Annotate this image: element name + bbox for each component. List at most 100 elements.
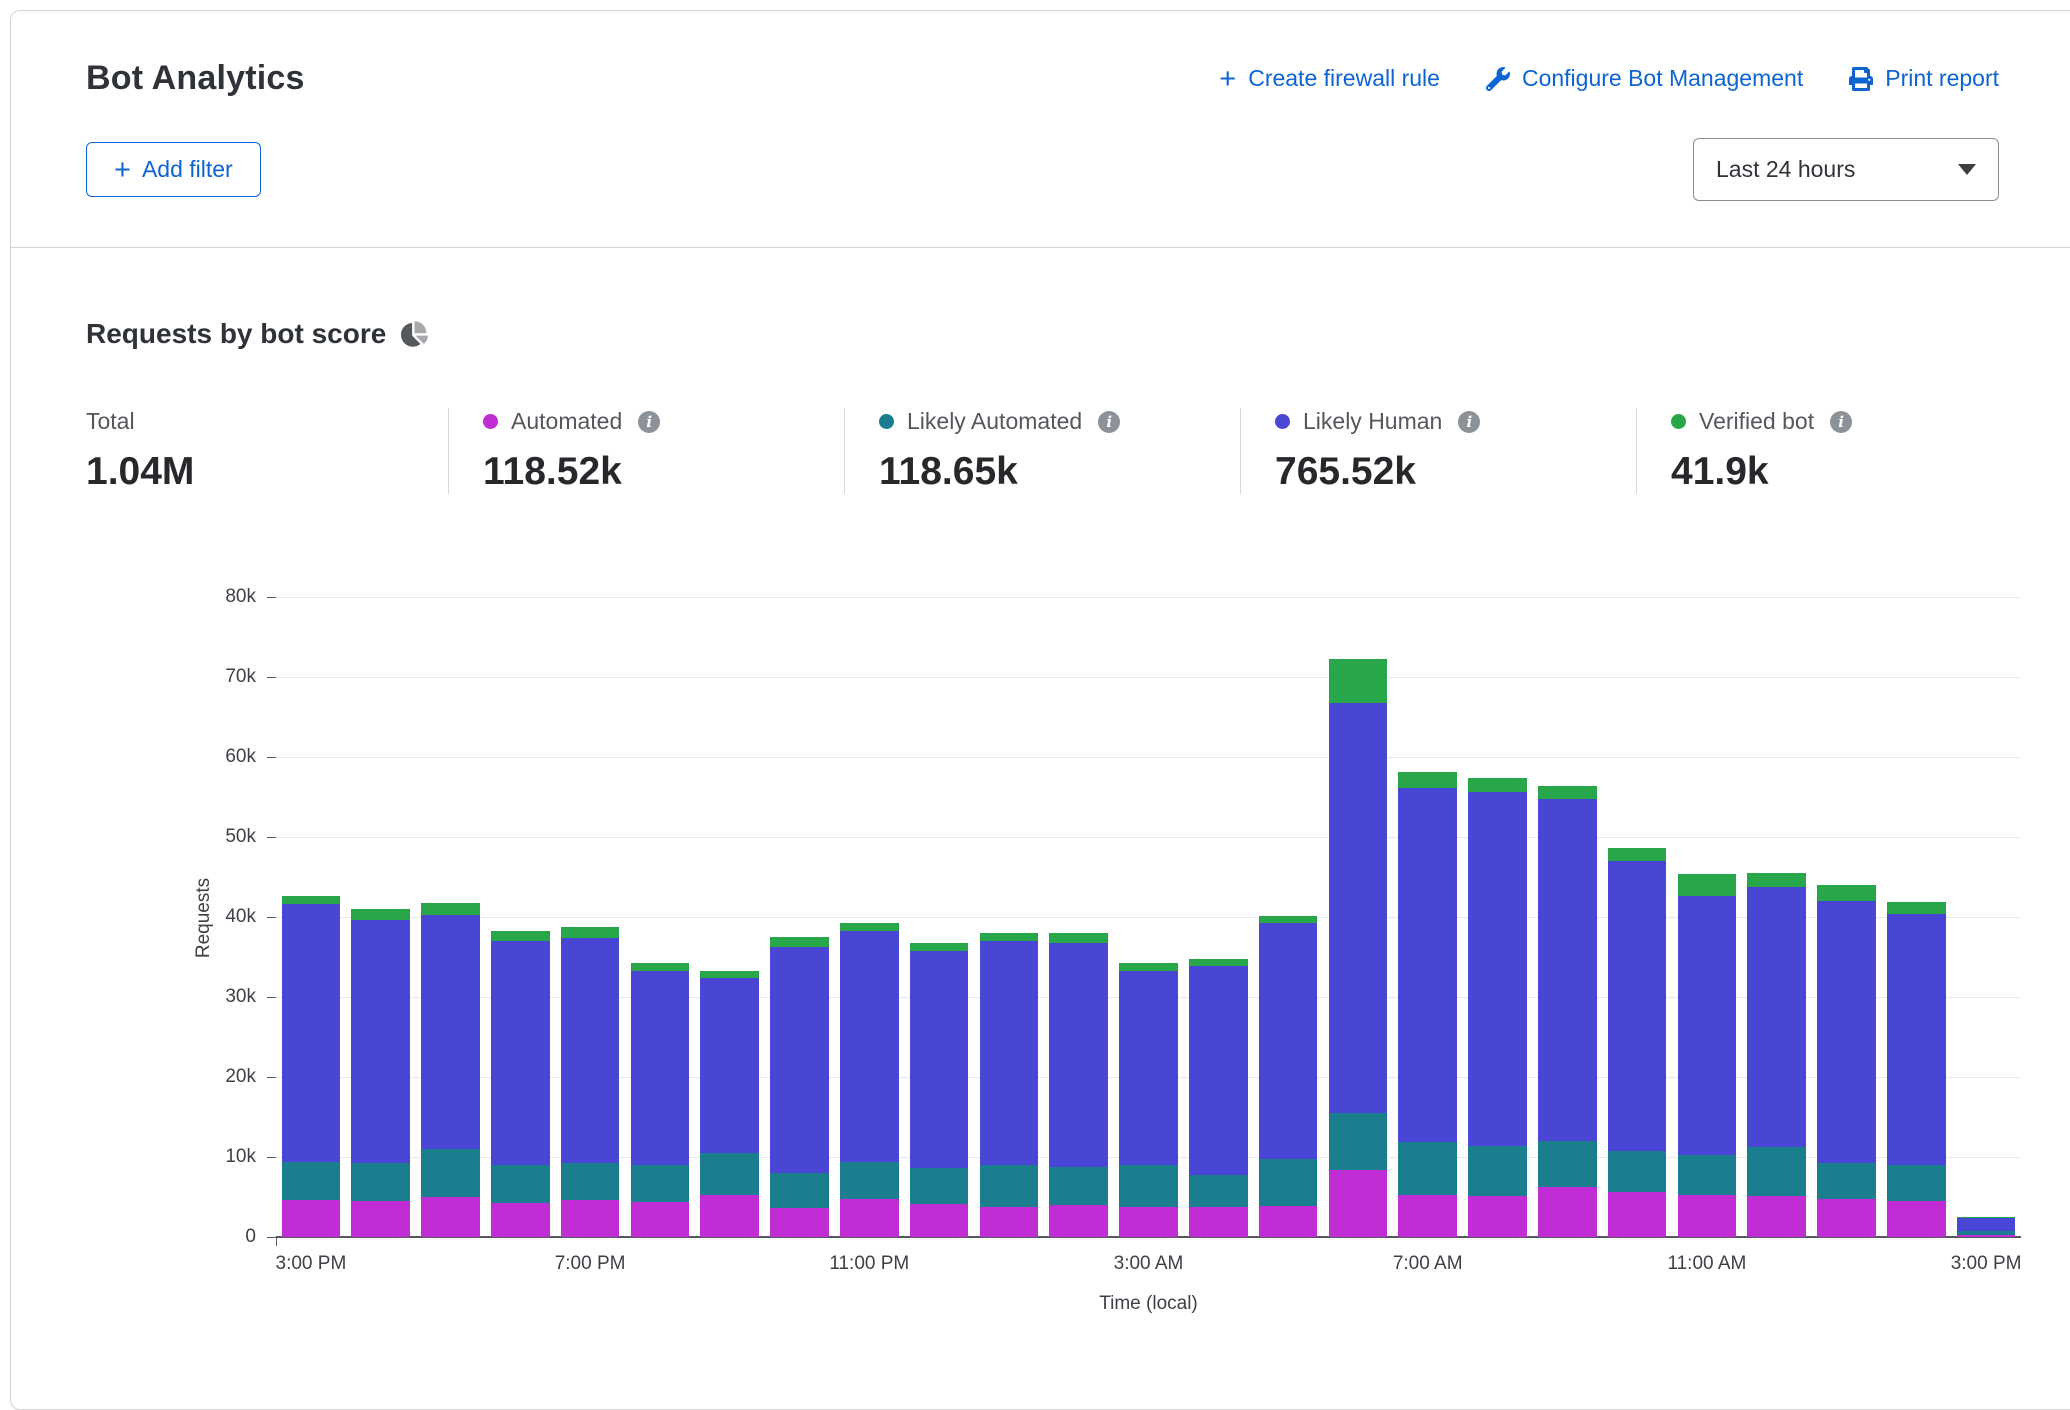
stacked-bar[interactable] [1678,874,1737,1237]
card-header: Bot Analytics + Create firewall rule Con… [11,11,2070,247]
bar-segment-likely-human [1259,923,1318,1160]
likely-automated-value: 118.65k [879,450,1240,494]
stacked-bar[interactable] [561,927,620,1237]
stacked-bar[interactable] [491,931,550,1237]
x-axis-tick-label: 3:00 PM [276,1253,347,1275]
bar-segment-automated [1189,1207,1248,1237]
y-axis-tick [267,1237,276,1238]
y-axis-tick [267,597,276,598]
stat-automated: Automated i 118.52k [448,408,844,494]
info-icon[interactable]: i [1458,411,1480,433]
bar-segment-likely-automated [351,1163,410,1201]
bar-segment-verified-bot [840,923,899,931]
section-title: Requests by bot score [86,318,386,350]
filter-row: + Add filter Last 24 hours [86,138,1999,201]
y-axis-tick-label: 80k [161,586,256,608]
bar-segment-likely-human [561,938,620,1164]
bar-segment-verified-bot [421,903,480,915]
stacked-bar[interactable] [631,963,690,1237]
bar-segment-likely-human [1049,943,1108,1168]
y-axis-tick [267,757,276,758]
y-axis-tick-label: 60k [161,746,256,768]
bar-segment-likely-automated [910,1168,969,1204]
y-axis-tick [267,917,276,918]
stacked-bar[interactable] [700,971,759,1237]
stacked-bar[interactable] [770,937,829,1237]
y-axis-tick [267,1077,276,1078]
bar-segment-likely-automated [980,1165,1039,1207]
stacked-bar[interactable] [1538,786,1597,1237]
likely-human-label: Likely Human [1303,408,1442,435]
chevron-down-icon [1958,164,1976,175]
bar-segment-automated [1747,1196,1806,1237]
stacked-bar[interactable] [1817,885,1876,1237]
print-report-link[interactable]: Print report [1849,65,1999,92]
header-actions: + Create firewall rule Configure Bot Man… [1219,65,1999,92]
stacked-bar[interactable] [1608,848,1667,1237]
stacked-bar[interactable] [910,943,969,1237]
stacked-bar[interactable] [1049,933,1108,1237]
info-icon[interactable]: i [638,411,660,433]
stacked-bar[interactable] [1468,778,1527,1237]
stacked-bar[interactable] [980,933,1039,1237]
bar-segment-verified-bot [1119,963,1178,971]
bar-segment-likely-human [840,931,899,1162]
bar-segment-automated [1817,1199,1876,1237]
likely-automated-legend-dot [879,414,894,429]
stacked-bar[interactable] [1259,916,1318,1237]
page-title: Bot Analytics [86,59,305,98]
info-icon[interactable]: i [1830,411,1852,433]
bar-segment-verified-bot [770,937,829,947]
bar-segment-automated [1957,1235,2016,1237]
bar-segment-automated [421,1197,480,1237]
y-axis-tick-label: 50k [161,826,256,848]
bar-segment-automated [1468,1196,1527,1237]
bar-segment-likely-human [1957,1218,2016,1232]
stacked-bar[interactable] [1189,959,1248,1237]
bar-segment-verified-bot [351,909,410,920]
stacked-bar[interactable] [1887,902,1946,1237]
bar-segment-verified-bot [1887,902,1946,914]
bar-segment-automated [1049,1205,1108,1237]
bar-segment-verified-bot [1817,885,1876,901]
gridline [276,597,2021,598]
x-axis-tick-label: 7:00 PM [555,1253,626,1275]
bar-segment-likely-automated [1608,1151,1667,1192]
info-icon[interactable]: i [1098,411,1120,433]
automated-value: 118.52k [483,450,844,494]
time-range-dropdown[interactable]: Last 24 hours [1693,138,1999,201]
bar-segment-verified-bot [631,963,690,971]
configure-bot-management-label: Configure Bot Management [1522,65,1803,92]
stacked-bar[interactable] [1329,659,1388,1237]
y-axis-tick-label: 10k [161,1146,256,1168]
stacked-bar[interactable] [1957,1217,2016,1237]
bar-segment-verified-bot [910,943,969,951]
stacked-bar[interactable] [1747,873,1806,1237]
add-filter-button[interactable]: + Add filter [86,142,261,197]
stacked-bar[interactable] [1398,772,1457,1237]
bar-segment-likely-automated [1119,1165,1178,1207]
likely-human-legend-dot [1275,414,1290,429]
bar-segment-likely-automated [770,1173,829,1208]
bar-segment-likely-human [1329,703,1388,1113]
gridline [276,837,2021,838]
bar-segment-likely-human [1887,914,1946,1165]
create-firewall-rule-link[interactable]: + Create firewall rule [1219,65,1440,92]
y-axis-tick-label: 40k [161,906,256,928]
print-report-label: Print report [1885,65,1999,92]
stacked-bar[interactable] [1119,963,1178,1237]
configure-bot-management-link[interactable]: Configure Bot Management [1486,65,1803,92]
stacked-bar[interactable] [421,903,480,1237]
bar-segment-verified-bot [1608,848,1667,861]
bar-segment-likely-human [1747,887,1806,1147]
bar-segment-likely-human [770,947,829,1173]
bar-segment-automated [1608,1192,1667,1237]
printer-icon [1849,67,1873,91]
bar-segment-likely-human [1608,861,1667,1151]
stacked-bar[interactable] [282,896,341,1237]
stacked-bar[interactable] [351,909,410,1237]
stat-verified-bot: Verified bot i 41.9k [1636,408,2032,494]
bar-segment-automated [840,1199,899,1237]
stacked-bar[interactable] [840,923,899,1237]
gridline [276,757,2021,758]
